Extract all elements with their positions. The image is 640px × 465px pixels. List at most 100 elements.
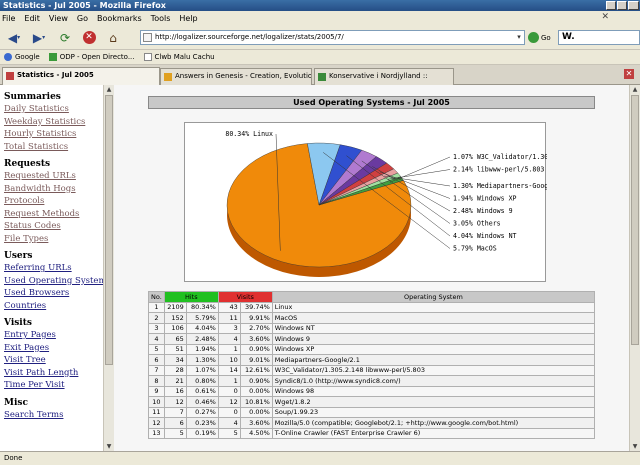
forward-button[interactable]: ▶ ▾ [28,29,50,46]
sidebar-link[interactable]: File Types [4,233,103,246]
table-cell: 5 [217,427,241,439]
table-row: 8 21 0.80% 1 0.90% Syndic8/1.0 (http://www.sy… [148,375,596,387]
maximize-button[interactable] [617,1,627,10]
table-cell: 4 [217,417,241,429]
sidebar-link[interactable]: Requested URLs [4,170,103,183]
sidebar-link[interactable]: Exit Pages [4,342,103,355]
sidebar-scroll-thumb[interactable] [105,95,113,365]
sidebar-link[interactable]: Search Terms [4,409,103,422]
table-cell: 0 [217,385,241,397]
tab-page-icon [318,73,326,81]
sidebar-link[interactable]: Time Per Visit [4,379,103,392]
sidebar-link[interactable]: Entry Pages [4,329,103,342]
sidebar-link[interactable]: Bandwidth Hogs [4,183,103,196]
close-icon[interactable]: ✕ [601,12,609,22]
url-text: http://logalizer.sourceforge.net/logaliz… [155,33,344,41]
main-scroll-thumb[interactable] [631,95,639,345]
sidebar-heading: Summaries [4,92,61,102]
tab-answers-in-genesis[interactable]: Answers in Genesis - Creation, Evolution… [160,68,312,85]
menu-file[interactable]: File [2,14,15,23]
pie-slice-label: 1.07% W3C_Validator/1.305. [453,153,547,161]
sidebar-link[interactable]: Daily Statistics [4,103,103,116]
table-cell: 2109 [163,301,187,313]
menu-edit[interactable]: Edit [24,14,40,23]
go-icon [528,32,539,43]
tab-konservative[interactable]: Konservative i Nordjylland :: [314,68,454,85]
sidebar-link[interactable]: Weekday Statistics [4,116,103,129]
table-cell: Windows 98 [271,385,596,397]
bookmarks-toolbar: Google ODP - Open Directo... Clwb Malu C… [0,50,640,65]
table-cell: 0.90% [239,343,273,355]
bookmark-google[interactable]: Google [4,53,40,61]
bookmark-clwb[interactable]: Clwb Malu Cachu [143,53,215,61]
sidebar-link[interactable]: Hourly Statistics [4,128,103,141]
sidebar-link[interactable]: Countries [4,300,103,313]
table-cell: Linux [271,301,596,313]
table-row: 6 34 1.30% 10 9.01% Mediapartners-Google/2.1 [148,354,596,366]
scroll-down-icon[interactable]: ▼ [630,442,640,451]
sidebar-link[interactable]: Used Browsers [4,287,103,300]
stop-icon: ✕ [82,31,96,44]
sidebar-heading: Users [4,251,33,261]
sidebar-link[interactable]: Request Methods [4,208,103,221]
table-cell: 12 [217,396,241,408]
scroll-up-icon[interactable]: ▲ [630,85,640,94]
menu-help[interactable]: Help [179,14,197,23]
reload-button[interactable]: ⟳ [56,29,74,46]
window-title: Statistics - Jul 2005 - Mozilla Firefox [3,1,166,10]
table-cell: Soup/1.99.23 [271,406,596,418]
stop-button[interactable]: ✕ [80,29,98,46]
table-cell: 12 [163,396,187,408]
main-scrollbar[interactable]: ▲ ▼ [629,85,640,451]
table-row: 2 152 5.79% 11 9.91% MacOS [148,312,596,324]
bookmark-odp[interactable]: ODP - Open Directo... [48,53,135,61]
table-cell: 0.27% [185,406,219,418]
table-row: 13 5 0.19% 5 4.50% T-Online Crawler (FAST Ent… [148,427,596,439]
table-cell: 0.00% [239,406,273,418]
menu-tools[interactable]: Tools [151,14,171,23]
sidebar-link[interactable]: Referring URLs [4,262,103,275]
back-button[interactable]: ◀ ▾ [3,29,25,46]
sidebar-link[interactable]: Visit Tree [4,354,103,367]
table-cell: 12.61% [239,364,273,376]
menu-bookmarks[interactable]: Bookmarks [97,14,142,23]
sidebar-link[interactable]: Total Statistics [4,141,103,154]
menu-go[interactable]: Go [77,14,88,23]
url-input[interactable]: http://logalizer.sourceforge.net/logaliz… [140,30,525,45]
sidebar-scrollbar[interactable]: ▲ ▼ [103,85,114,451]
close-window-button[interactable] [628,1,639,10]
table-cell: 14 [217,364,241,376]
menu-view[interactable]: View [49,14,68,23]
minimize-button[interactable] [606,1,616,10]
table-cell: 9.91% [239,312,273,324]
go-button[interactable]: Go [528,30,551,45]
table-cell: 0.90% [239,375,273,387]
sidebar-link[interactable]: Protocols [4,195,103,208]
table-row: 12 6 0.23% 4 3.60% Mozilla/5.0 (compatible; G… [148,417,596,429]
table-cell: 0.23% [185,417,219,429]
table-cell: 0.80% [185,375,219,387]
tab-statistics[interactable]: Statistics - Jul 2005 [2,67,160,85]
table-cell: 8 [148,375,165,387]
table-cell: Mozilla/5.0 (compatible; Googlebot/2.1; … [271,417,596,429]
search-input[interactable]: W. [558,30,640,45]
sidebar-link[interactable]: Status Codes [4,220,103,233]
sidebar-link[interactable]: Used Operating Systems [4,275,103,288]
google-icon [4,53,12,61]
forward-arrow-icon: ▶ [32,30,43,45]
tab-page-icon [6,72,14,80]
table-cell: 3.60% [239,417,273,429]
scroll-up-icon[interactable]: ▲ [104,85,114,94]
close-tab-icon[interactable]: ✕ [624,69,634,79]
table-cell: 10 [148,396,165,408]
url-dropdown-icon[interactable]: ▾ [514,31,524,44]
table-cell: 4 [217,333,241,345]
home-button[interactable]: ⌂ [104,29,122,46]
scroll-down-icon[interactable]: ▼ [104,442,114,451]
tab-bar: Statistics - Jul 2005 Answers in Genesis… [0,65,640,85]
sidebar-section: Visits Entry Pages Exit Pages Visit Tree Vis… [4,318,103,392]
sidebar-link[interactable]: Visit Path Length [4,367,103,380]
table-cell: Syndic8/1.0 (http://www.syndic8.com/) [271,375,596,387]
os-stats-table: No. Hits Visits Operating System 1 2109 80… [148,291,596,439]
sidebar-heading: Misc [4,397,28,408]
